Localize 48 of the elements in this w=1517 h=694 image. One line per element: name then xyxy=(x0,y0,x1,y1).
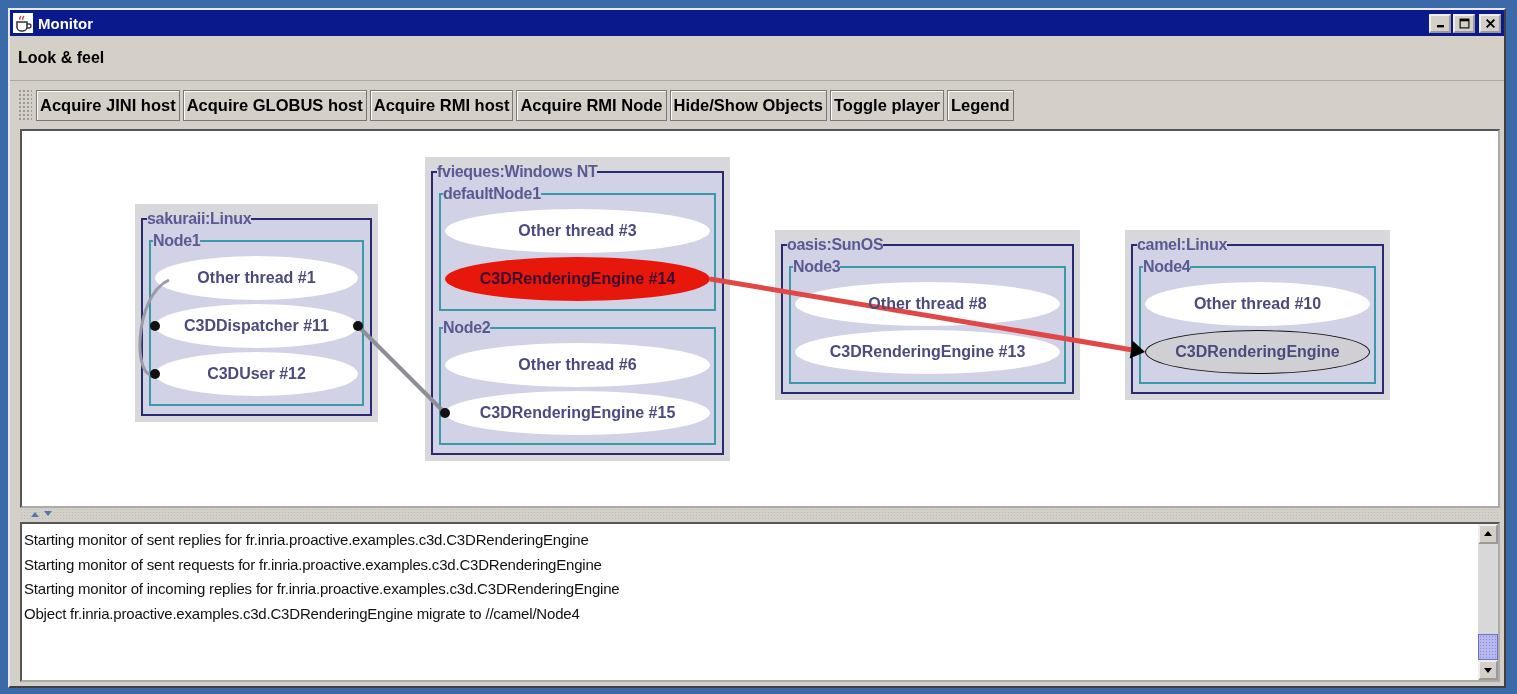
toolbar-grip[interactable] xyxy=(18,89,32,121)
log-line: Starting monitor of sent requests for fr.inria.proactive.examples.c3d.C3DRenderingEngine xyxy=(24,554,603,575)
object-ellipse: C3DDispatcher #11 xyxy=(155,304,358,348)
object-ellipse: Other thread #1 xyxy=(155,256,358,300)
minimize-button[interactable] xyxy=(1429,13,1451,33)
log-line: Starting monitor of incoming replies for fr.inria.proactive.examples.c3d.C3DRenderingEngine xyxy=(24,579,621,599)
close-button[interactable] xyxy=(1479,13,1501,33)
scrollbar[interactable] xyxy=(1478,524,1498,680)
up-arrow-icon[interactable] xyxy=(30,510,40,518)
down-arrow-icon xyxy=(1483,665,1493,675)
window-title: Monitor xyxy=(38,14,93,32)
object-ellipse: C3DRenderingEngine #14 xyxy=(445,257,710,301)
host-label: sakuraii:Linux xyxy=(147,210,252,228)
menu-item[interactable]: Look & feel xyxy=(18,49,105,67)
scroll-up-button[interactable] xyxy=(1478,524,1498,544)
minimize-icon xyxy=(1436,25,1444,28)
scroll-down-button[interactable] xyxy=(1478,660,1498,680)
node-label: Node4 xyxy=(1143,258,1191,276)
object-ellipse: Other thread #8 xyxy=(795,282,1060,326)
host-label: camel:Linux xyxy=(1137,236,1228,254)
host-label: oasis:SunOS xyxy=(787,236,884,254)
toolbar-button[interactable]: Acquire RMI host xyxy=(369,89,514,121)
up-arrow-icon xyxy=(1483,529,1493,539)
down-arrow-icon[interactable] xyxy=(43,510,53,518)
object-ellipse: Other thread #10 xyxy=(1145,282,1370,326)
coffee-cup-icon xyxy=(13,13,33,33)
toolbar-button[interactable]: Acquire GLOBUS host xyxy=(182,89,367,121)
maximize-icon xyxy=(1458,17,1470,29)
close-icon xyxy=(1484,17,1496,29)
node-label: Node2 xyxy=(443,319,491,337)
toolbar-button[interactable]: Toggle player xyxy=(829,89,945,121)
log-line: Starting monitor of sent replies for fr.inria.proactive.examples.c3d.C3DRenderingEngine xyxy=(24,530,590,550)
object-ellipse: Other thread #6 xyxy=(445,343,710,387)
object-ellipse: C3DUser #12 xyxy=(155,352,358,396)
object-ellipse: Other thread #3 xyxy=(445,209,710,253)
toolbar-button[interactable]: Acquire JINI host xyxy=(36,89,180,121)
object-ellipse: C3DRenderingEngine #13 xyxy=(795,330,1060,374)
toolbar-button[interactable]: Acquire RMI Node xyxy=(516,89,667,121)
toolbar-button[interactable]: Hide/Show Objects xyxy=(669,89,827,121)
object-ellipse: C3DRenderingEngine xyxy=(1145,330,1370,374)
maximize-button[interactable] xyxy=(1453,13,1475,33)
node-label: Node1 xyxy=(153,232,201,250)
host-label: fvieques:Windows NT xyxy=(437,163,598,181)
node-label: Node3 xyxy=(793,258,841,276)
scroll-thumb[interactable] xyxy=(1478,634,1498,660)
node-label: defaultNode1 xyxy=(443,185,541,203)
log-line: Object fr.inria.proactive.examples.c3d.C3DRenderingEngine migrate to //camel/Node4 xyxy=(24,603,581,624)
toolbar-button[interactable]: Legend xyxy=(947,89,1014,121)
